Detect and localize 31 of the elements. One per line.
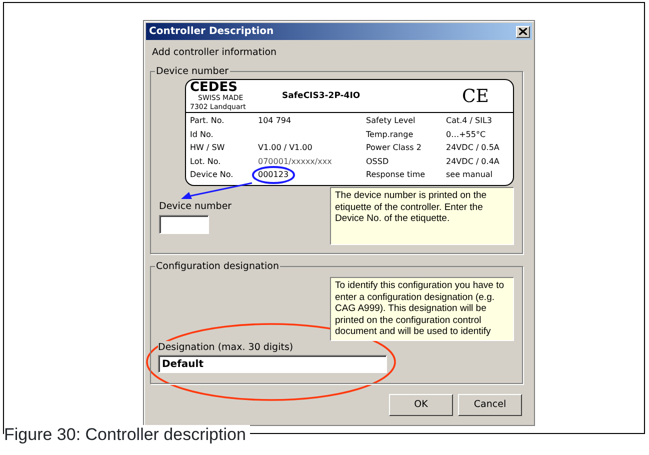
label-key: OSSD <box>366 154 446 168</box>
label-value: 0…+55°C <box>446 128 487 141</box>
model-text: SafeCIS3-2P-4IO <box>282 90 362 102</box>
ce-mark: CE <box>462 84 489 108</box>
label-value: 000123 <box>258 170 289 180</box>
figure-caption: Figure 30: Controller description <box>4 425 250 445</box>
hint-text: The device number is printed on the etiquette of the controller. Enter the Device No. of the etiquette. <box>330 187 514 245</box>
hint-text: To identify this configuration you have to enter a configuration designation (e.g. CAG A999). This designation will be printed on the configuration control document and will be used to identify <box>330 277 514 340</box>
label-value: 24VDC / 0.5A <box>446 142 500 154</box>
label-key: Id No. <box>190 128 258 142</box>
input-field[interactable]: Default <box>158 355 387 373</box>
label-key: HW / SW <box>190 141 258 155</box>
label-key: Lot. No. <box>190 154 258 168</box>
label-value: 070001/xxxxx/xxx <box>258 156 333 168</box>
window-title: Controller Description <box>149 25 274 39</box>
label-key: Safety Level <box>366 114 446 128</box>
label-value: 24VDC / 0.4A <box>446 156 500 168</box>
brand-text: CEDES <box>190 80 238 94</box>
label-value: 104 794 <box>258 115 292 127</box>
label-key: Temp.range <box>366 128 446 142</box>
field-label: Device number <box>159 200 232 214</box>
label-key: Power Class 2 <box>366 141 446 155</box>
ok-button[interactable]: OK <box>389 394 453 416</box>
label-key: Device No. <box>190 168 258 182</box>
label-value: Cat.4 / SIL3 <box>446 115 494 127</box>
label-value: V1.00 / V1.00 <box>258 142 314 154</box>
label-key: Response time <box>366 168 446 182</box>
label-key: Part. No. <box>190 114 258 128</box>
intro-text: Add controller information <box>152 46 278 60</box>
label-value: see manual <box>446 169 494 182</box>
cancel-button[interactable]: Cancel <box>458 394 522 416</box>
